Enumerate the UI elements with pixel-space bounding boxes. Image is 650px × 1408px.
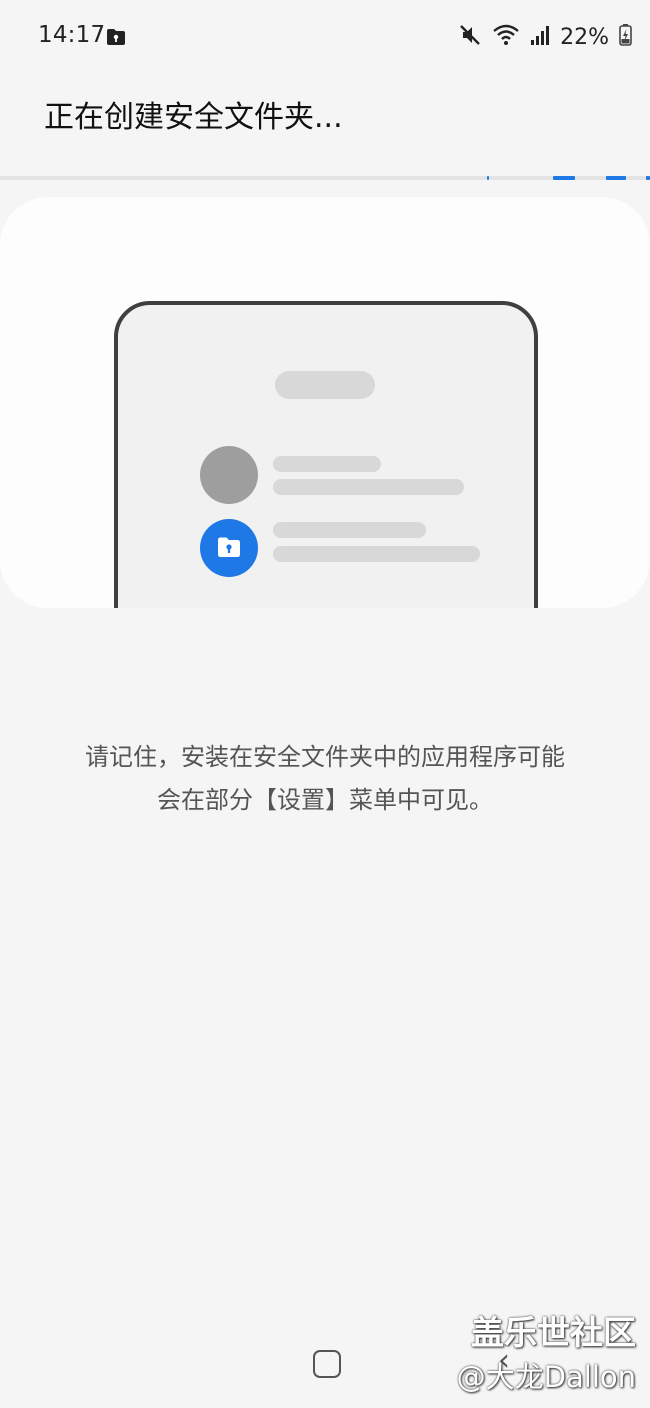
secure-folder-badge xyxy=(200,519,258,577)
security-notice: 请记住，安装在安全文件夹中的应用程序可能 会在部分【设置】菜单中可见。 xyxy=(30,736,620,822)
wifi-icon xyxy=(492,23,520,51)
progress-bar xyxy=(0,176,650,180)
progress-segment xyxy=(553,176,575,180)
status-icons: 22% xyxy=(458,22,632,52)
mute-icon xyxy=(458,23,482,51)
signal-icon xyxy=(530,24,550,50)
illustration-card xyxy=(0,197,650,608)
placeholder-bar xyxy=(275,371,375,399)
placeholder-bar xyxy=(273,479,464,495)
folder-lock-icon xyxy=(106,28,126,46)
notice-line: 会在部分【设置】菜单中可见。 xyxy=(157,786,493,814)
page-title: 正在创建安全文件夹... xyxy=(44,100,343,135)
home-icon[interactable] xyxy=(313,1350,341,1378)
folder-lock-icon xyxy=(217,536,241,558)
progress-segment xyxy=(606,176,626,180)
status-time: 14:17 xyxy=(38,22,106,48)
progress-segment xyxy=(646,176,650,180)
watermark-author: @大龙Dallon xyxy=(456,1360,636,1394)
notice-line: 请记住，安装在安全文件夹中的应用程序可能 xyxy=(85,743,565,771)
placeholder-bar xyxy=(273,522,426,538)
placeholder-bar xyxy=(273,546,480,562)
battery-charging-icon xyxy=(619,24,632,50)
status-bar: 14:17 22% xyxy=(0,0,650,76)
phone-illustration xyxy=(114,301,538,608)
watermark: 盖乐世社区 xyxy=(471,1313,636,1352)
avatar xyxy=(200,446,258,504)
battery-percent: 22% xyxy=(560,24,609,50)
progress-segment xyxy=(487,176,489,180)
placeholder-bar xyxy=(273,456,381,472)
